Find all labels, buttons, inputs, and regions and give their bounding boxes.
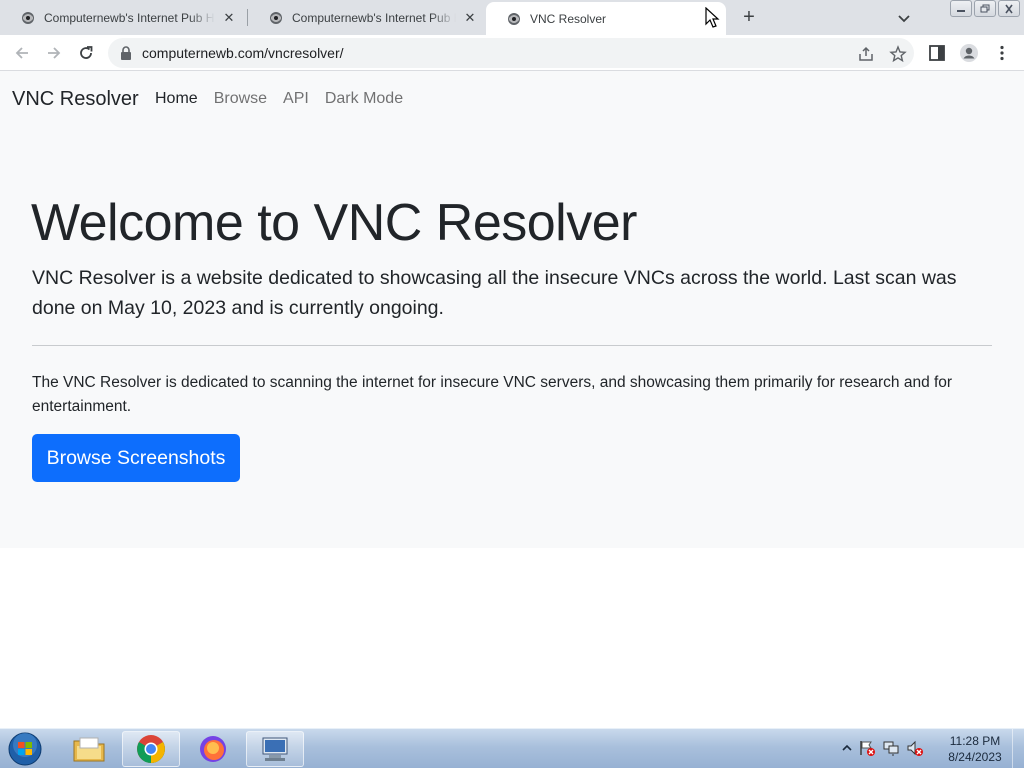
- network-icon[interactable]: [882, 739, 900, 757]
- address-bar[interactable]: computernewb.com/vncresolver/: [108, 38, 914, 68]
- forward-arrow-icon[interactable]: [44, 43, 64, 63]
- taskbar: 11:28 PM 8/24/2023: [0, 728, 1024, 768]
- minimize-window-button[interactable]: [950, 0, 972, 17]
- nav-browse-link[interactable]: Browse: [214, 90, 267, 108]
- profile-avatar-icon[interactable]: [959, 43, 979, 63]
- remote-desktop-icon: [262, 737, 288, 761]
- action-center-flag-icon[interactable]: [858, 739, 876, 757]
- show-hidden-icons-icon[interactable]: [842, 743, 852, 753]
- taskbar-file-explorer[interactable]: [60, 731, 118, 767]
- vnc-favicon-icon: [270, 11, 282, 24]
- site-nav: Home Browse API Dark Mode: [155, 90, 403, 108]
- lead-text: VNC Resolver is a website dedicated to s…: [32, 267, 957, 319]
- share-icon[interactable]: [857, 45, 875, 63]
- bookmark-star-icon[interactable]: [889, 45, 907, 63]
- nav-api-link[interactable]: API: [283, 90, 309, 108]
- close-tab-icon[interactable]: ✕: [221, 10, 237, 26]
- show-desktop-button[interactable]: [1012, 729, 1024, 768]
- vnc-favicon-icon: [22, 11, 34, 24]
- kebab-menu-icon[interactable]: [992, 43, 1012, 63]
- taskbar-firefox[interactable]: [184, 731, 242, 767]
- tab-pub-hub-2[interactable]: Computernewb's Internet Pub Hub ✕: [248, 0, 488, 35]
- chrome-icon: [137, 735, 165, 763]
- close-tab-icon[interactable]: ✕: [462, 10, 478, 26]
- site-brand-link[interactable]: VNC Resolver: [12, 88, 139, 111]
- system-tray: [842, 739, 924, 757]
- taskbar-google-chrome[interactable]: [122, 731, 180, 767]
- volume-muted-icon[interactable]: [906, 739, 924, 757]
- mouse-cursor-icon: [705, 7, 720, 28]
- clock-time: 11:28 PM: [949, 734, 1001, 748]
- nav-dark-mode-link[interactable]: Dark Mode: [325, 90, 403, 108]
- clock-date: 8/24/2023: [948, 750, 1002, 764]
- tab-title: VNC Resolver: [530, 11, 607, 26]
- minimize-icon: [957, 9, 965, 12]
- tab-vnc-resolver[interactable]: VNC Resolver: [486, 2, 726, 35]
- tab-title: Computernewb's Internet Pub Hub: [292, 10, 456, 25]
- close-icon: [1005, 4, 1013, 13]
- lock-icon[interactable]: [120, 46, 132, 60]
- new-tab-button[interactable]: +: [737, 5, 761, 29]
- hero-section: Welcome to VNC Resolver VNC Resolver is …: [0, 129, 1024, 548]
- vnc-favicon-icon: [508, 12, 520, 25]
- nav-home-link[interactable]: Home: [155, 90, 198, 108]
- tab-search-chevron-icon[interactable]: [894, 8, 914, 28]
- divider: [32, 345, 992, 346]
- browse-screenshots-button[interactable]: Browse Screenshots: [32, 434, 240, 482]
- tab-strip: Computernewb's Internet Pub Hub ✕ Comput…: [0, 0, 1024, 35]
- window-controls: [950, 0, 1020, 17]
- side-panel-icon[interactable]: [927, 43, 947, 63]
- tab-title: Computernewb's Internet Pub Hub: [44, 10, 215, 25]
- restore-icon: [980, 4, 990, 12]
- page-title: Welcome to VNC Resolver: [31, 194, 637, 252]
- firefox-icon: [200, 736, 226, 762]
- web-page: VNC Resolver Home Browse API Dark Mode W…: [0, 7, 1024, 728]
- browser-toolbar: computernewb.com/vncresolver/: [0, 35, 1024, 71]
- reload-icon[interactable]: [76, 43, 96, 63]
- folder-icon: [73, 737, 105, 762]
- clock[interactable]: 11:28 PM 8/24/2023: [940, 733, 1010, 765]
- url-text[interactable]: computernewb.com/vncresolver/: [142, 45, 344, 61]
- restore-window-button[interactable]: [974, 0, 996, 17]
- close-window-button[interactable]: [998, 0, 1020, 17]
- windows-start-orb-icon[interactable]: [6, 731, 44, 767]
- description-text: The VNC Resolver is dedicated to scannin…: [32, 374, 953, 415]
- back-arrow-icon[interactable]: [12, 43, 32, 63]
- taskbar-remote-desktop[interactable]: [246, 731, 304, 767]
- site-navbar: VNC Resolver Home Browse API Dark Mode: [0, 71, 1024, 129]
- tab-pub-hub-1[interactable]: Computernewb's Internet Pub Hub ✕: [0, 0, 247, 35]
